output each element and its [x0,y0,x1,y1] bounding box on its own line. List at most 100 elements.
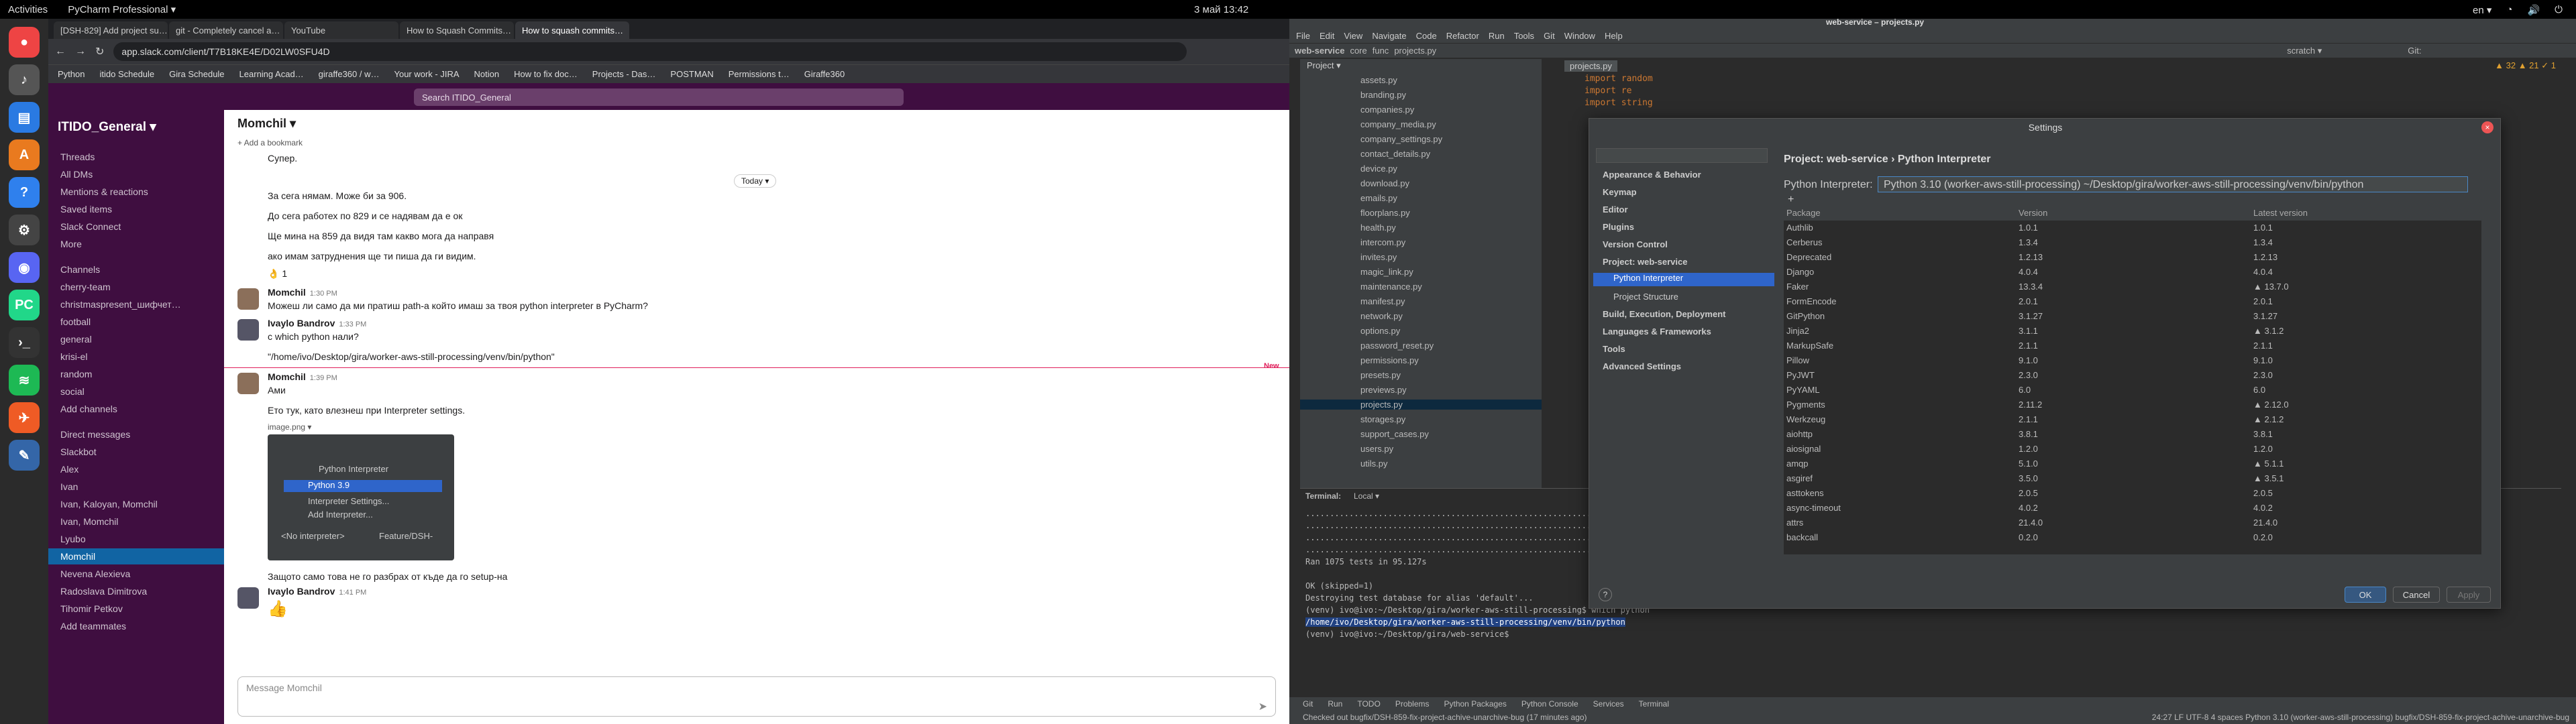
app-menu[interactable]: PyCharm Professional ▾ [68,3,176,15]
text-editor-icon[interactable]: ✎ [9,440,40,471]
settings-icon[interactable]: ⚙ [9,215,40,245]
timestamp[interactable]: 1:41 PM [339,589,366,597]
tool-tab-run[interactable]: Run [1328,699,1342,709]
nav-mentions[interactable]: Mentions & reactions [60,184,221,200]
terminal-tab-local[interactable]: Local ▾ [1354,491,1379,501]
file-tree-item[interactable]: companies.py [1360,105,1414,115]
header-latest[interactable]: Latest version [2253,208,2308,218]
tree-item[interactable]: Project: web-service [1603,257,1687,267]
ok-button[interactable]: OK [2345,587,2386,603]
package-row[interactable]: Django 4.0.4 4.0.4 [1784,265,2481,280]
file-tree-item[interactable]: magic_link.py [1360,267,1413,277]
bookmark-item[interactable]: giraffe360 / w… [319,69,380,79]
clock[interactable]: 3 май 13:42 [1194,4,1248,15]
package-row[interactable]: attrs 21.4.0 21.4.0 [1784,516,2481,530]
project-label[interactable]: Project ▾ [1307,60,1341,71]
package-row[interactable]: amqp 5.1.0 ▲ 5.1.1 [1784,457,2481,471]
add-bookmark[interactable]: + Add a bookmark [237,138,303,147]
menu-git[interactable]: Git [1544,31,1555,41]
avatar[interactable] [237,319,259,341]
bookmark-item[interactable]: Permissions t… [729,69,790,79]
editor-tab[interactable]: projects.py [1564,60,1617,72]
reaction[interactable]: 👌 1 [268,268,287,280]
file-tree-item[interactable]: floorplans.py [1360,208,1410,218]
avatar[interactable] [237,288,259,310]
tree-item[interactable]: Editor [1603,204,1628,215]
menu-navigate[interactable]: Navigate [1372,31,1406,41]
author[interactable]: Momchil [268,287,306,298]
file-tree-item[interactable]: presets.py [1360,370,1401,380]
channel-item[interactable]: social [60,383,221,400]
cancel-button[interactable]: Cancel [2393,587,2440,603]
tree-item[interactable]: Version Control [1603,239,1668,249]
bookmark-item[interactable]: Giraffe360 [804,69,845,79]
file-tree-item[interactable]: network.py [1360,311,1403,321]
dm-item[interactable]: Lyubo [60,531,221,547]
file-tree-item[interactable]: storages.py [1360,414,1405,424]
menu-tools[interactable]: Tools [1514,31,1534,41]
music-icon[interactable]: ♪ [9,64,40,95]
tool-tab-packages[interactable]: Python Packages [1444,699,1507,709]
nav-slack-connect[interactable]: Slack Connect [60,219,221,235]
tool-tab-problems[interactable]: Problems [1395,699,1430,709]
reload-icon[interactable]: ↻ [95,45,104,58]
author[interactable]: Ivaylo Bandrov [268,318,335,328]
menu-edit[interactable]: Edit [1320,31,1334,41]
package-row[interactable]: Jinja2 3.1.1 ▲ 3.1.2 [1784,324,2481,339]
vcs-status[interactable]: Checked out bugfix/DSH-859-fix-project-a… [1303,713,1587,722]
file-tree-item[interactable]: utils.py [1360,459,1387,469]
help-button[interactable]: ? [1599,588,1612,601]
menu-refactor[interactable]: Refactor [1446,31,1479,41]
timestamp[interactable]: 1:30 PM [310,290,337,298]
dm-item[interactable]: Alex [60,461,221,477]
package-row[interactable]: Faker 13.3.4 ▲ 13.7.0 [1784,280,2481,294]
postman-icon[interactable]: ✈ [9,402,40,433]
nav-crumb[interactable]: core [1350,46,1366,56]
avatar[interactable] [237,587,259,609]
dm-item[interactable]: Ivan, Kaloyan, Momchil [60,496,221,512]
header-version[interactable]: Version [2019,208,2047,218]
spotify-icon[interactable]: ≋ [9,365,40,396]
tab-youtube[interactable]: YouTube [284,21,398,39]
tool-tab-terminal[interactable]: Terminal [1639,699,1669,709]
nav-crumb[interactable]: func [1373,46,1389,56]
workspace-name[interactable]: ITIDO_General ▾ [58,119,156,135]
menu-run[interactable]: Run [1489,31,1505,41]
package-row[interactable]: Cerberus 1.3.4 1.3.4 [1784,235,2481,250]
file-tree-item[interactable]: intercom.py [1360,237,1405,247]
attachment-label[interactable]: image.png ▾ [268,422,311,432]
language-indicator[interactable]: en ▾ [2473,4,2491,16]
menu-view[interactable]: View [1344,31,1362,41]
package-row[interactable]: Authlib 1.0.1 1.0.1 [1784,221,2481,235]
file-tree-item[interactable]: support_cases.py [1360,429,1429,439]
add-channels-button[interactable]: Add channels [60,401,221,417]
dm-header[interactable]: Direct messages [60,426,221,442]
nav-threads[interactable]: Threads [60,149,221,165]
package-row[interactable]: FormEncode 2.0.1 2.0.1 [1784,294,2481,309]
conversation-title[interactable]: Momchil ▾ [237,117,296,131]
menu-code[interactable]: Code [1416,31,1437,41]
file-tree-item[interactable]: contact_details.py [1360,149,1430,159]
dm-item[interactable]: Ivan [60,479,221,495]
tab-squash-1[interactable]: How to Squash Commits… [400,21,514,39]
tree-item[interactable]: Appearance & Behavior [1603,170,1701,180]
files-icon[interactable]: ▤ [9,102,40,133]
forward-icon[interactable]: → [75,46,86,58]
tree-item[interactable]: Project Structure [1613,292,1678,302]
status-widgets[interactable]: 24:27 LF UTF-8 4 spaces Python 3.10 (wor… [2152,713,2569,722]
tree-item[interactable]: Languages & Frameworks [1603,326,1711,337]
bookmark-item[interactable]: Learning Acad… [239,69,304,79]
file-tree-item[interactable]: maintenance.py [1360,282,1422,292]
package-row[interactable]: PyYAML 6.0 6.0 [1784,383,2481,398]
dm-item[interactable]: Ivan, Momchil [60,514,221,530]
bookmark-item[interactable]: itido Schedule [99,69,154,79]
network-icon[interactable]: ◔ [2506,4,2512,16]
channel-item[interactable]: football [60,314,221,330]
bookmark-item[interactable]: Gira Schedule [169,69,224,79]
nav-saved[interactable]: Saved items [60,201,221,217]
composer-placeholder[interactable]: Message Momchil [246,682,322,693]
tab-git[interactable]: git - Completely cancel a… [169,21,283,39]
avatar[interactable] [237,373,259,394]
author[interactable]: Momchil [268,371,306,382]
tool-tab-services[interactable]: Services [1593,699,1624,709]
